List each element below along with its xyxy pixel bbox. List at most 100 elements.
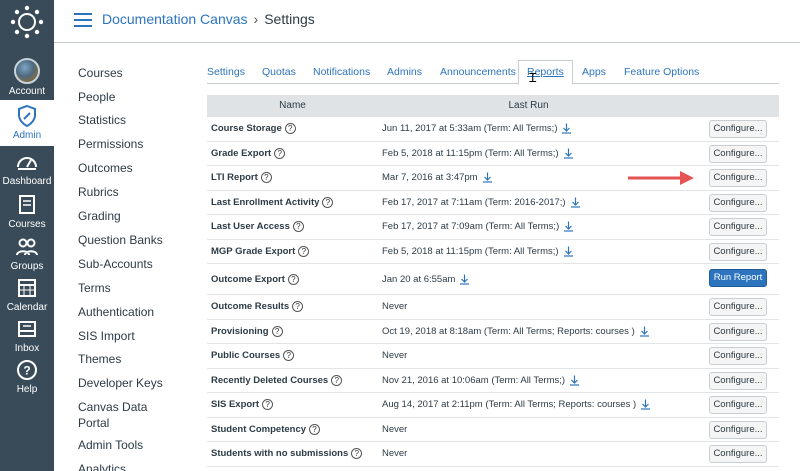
table-row: Course Storage? Jun 11, 2017 at 5:33am (T… [207,117,779,142]
tab-apps[interactable]: Apps [582,60,606,84]
account-nav-courses[interactable]: Courses [78,65,188,81]
help-icon[interactable]: ? [284,123,296,135]
last-run-text: Feb 5, 2018 at 11:15pm (Term: All Terms;… [382,147,559,159]
download-icon[interactable] [639,326,650,337]
report-name-text: SIS Export [211,399,260,411]
account-nav-people[interactable]: People [78,89,188,105]
help-icon[interactable]: ? [331,374,343,386]
run-report-button[interactable]: Run Report [709,269,767,287]
table-row: Recently Deleted Courses? Nov 21, 2016 at… [207,369,779,393]
tab-announcements[interactable]: Announcements [440,60,516,84]
last-run-text: Never [382,423,408,435]
table-row: Students with no submissions? Never Config… [207,442,779,467]
gnav-help[interactable]: ? Help [0,354,54,406]
download-icon[interactable] [561,123,572,134]
download-icon[interactable] [569,375,580,386]
last-run: Nov 21, 2016 at 10:06am (Term: All Terms… [382,369,580,393]
configure-button[interactable]: Configure... [709,193,767,212]
account-nav: Courses People Statistics Permissions Ou… [54,43,194,471]
configure-button[interactable]: Configure... [709,420,767,439]
account-nav-outcomes[interactable]: Outcomes [78,160,188,176]
last-run-text: Feb 17, 2017 at 7:09am (Term: All Terms;… [382,221,560,233]
configure-button[interactable]: Configure... [709,169,767,187]
help-icon[interactable]: ? [274,147,286,159]
help-icon[interactable]: ? [292,301,304,313]
account-nav-analytics[interactable]: Analytics [78,461,188,471]
avatar [14,58,40,84]
account-nav-admin-tools[interactable]: Admin Tools [78,437,188,453]
tab-quotas[interactable]: Quotas [262,60,296,84]
book-icon [19,195,35,214]
configure-button[interactable]: Configure... [709,242,767,261]
table-row: Last Enrollment Activity? Feb 17, 2017 at… [207,191,779,215]
download-icon[interactable] [459,274,470,285]
download-icon[interactable] [482,172,493,183]
help-icon[interactable]: ? [271,325,283,337]
account-nav-terms[interactable]: Terms [78,280,188,296]
account-nav-permissions[interactable]: Permissions [78,136,188,152]
breadcrumb-separator: › [253,11,259,27]
configure-button[interactable]: Configure... [709,298,767,316]
configure-button[interactable]: Configure... [709,218,767,236]
tab-reports[interactable]: Reports [518,60,573,85]
configure-button[interactable]: Configure... [709,322,767,341]
last-run-text: Never [382,448,408,460]
calendar-icon [18,279,36,297]
gnav-admin[interactable]: Admin [0,100,54,146]
help-icon[interactable]: ? [298,245,310,257]
account-nav-grading[interactable]: Grading [78,208,188,224]
report-name: SIS Export? [211,393,274,417]
tab-notifications[interactable]: Notifications [313,60,370,84]
account-nav-authentication[interactable]: Authentication [78,304,188,320]
canvas-logo-icon[interactable] [9,4,45,40]
help-icon[interactable]: ? [309,423,321,435]
configure-button[interactable]: Configure... [709,120,767,138]
download-icon[interactable] [640,399,651,410]
help-icon[interactable]: ? [322,196,334,208]
last-run: Feb 17, 2017 at 7:09am (Term: All Terms;… [382,215,574,239]
configure-button[interactable]: Configure... [709,371,767,390]
account-nav-question-banks[interactable]: Question Banks [78,232,188,248]
last-run: Oct 19, 2018 at 8:18am (Term: All Terms;… [382,320,650,344]
last-run-text: Jan 20 at 6:55am [382,273,456,285]
download-icon[interactable] [563,148,574,159]
configure-button[interactable]: Configure... [709,144,767,163]
help-icon[interactable]: ? [283,350,295,362]
download-icon[interactable] [563,221,574,232]
configure-button[interactable]: Configure... [709,445,767,463]
account-nav-sub-accounts[interactable]: Sub-Accounts [78,256,188,272]
account-nav-developer-keys[interactable]: Developer Keys [78,375,188,391]
hamburger-menu-icon[interactable] [74,13,92,27]
settings-tabs: Settings Quotas Notifications Admins Ann… [207,60,779,85]
account-nav-sis-import[interactable]: SIS Import [78,328,188,344]
tab-feature-options[interactable]: Feature Options [624,60,699,84]
report-name-text: Public Courses [211,350,281,362]
help-icon[interactable]: ? [262,399,274,411]
help-icon[interactable]: ? [287,273,299,285]
account-nav-statistics[interactable]: Statistics [78,112,188,128]
tab-settings[interactable]: Settings [207,60,245,84]
groups-icon [16,238,38,256]
download-icon[interactable] [570,197,581,208]
table-row: Grade Export? Feb 5, 2018 at 11:15pm (Ter… [207,142,779,166]
last-run-text: Aug 14, 2017 at 2:11pm (Term: All Terms;… [382,399,637,411]
report-name: Course Storage? [211,117,296,141]
tab-admins[interactable]: Admins [387,60,422,84]
configure-button[interactable]: Configure... [709,347,767,365]
report-name-text: LTI Report [211,172,258,184]
breadcrumb-current: Settings [264,11,315,27]
report-name-text: Course Storage [211,123,282,135]
help-icon[interactable]: ? [351,448,363,460]
account-nav-themes[interactable]: Themes [78,351,188,367]
help-icon[interactable]: ? [292,221,304,233]
account-nav-canvas-data-portal[interactable]: Canvas Data Portal [78,399,158,431]
gnav-account[interactable]: Account [0,54,54,106]
last-run-text: Jun 11, 2017 at 5:33am (Term: All Terms;… [382,123,558,135]
configure-button[interactable]: Configure... [709,396,767,414]
report-name: Student Competency? [211,418,321,442]
account-nav-rubrics[interactable]: Rubrics [78,184,188,200]
table-row: Last User Access? Feb 17, 2017 at 7:09am … [207,215,779,240]
download-icon[interactable] [563,246,574,257]
breadcrumb-course-link[interactable]: Documentation Canvas [102,11,248,27]
help-icon[interactable]: ? [260,172,272,184]
